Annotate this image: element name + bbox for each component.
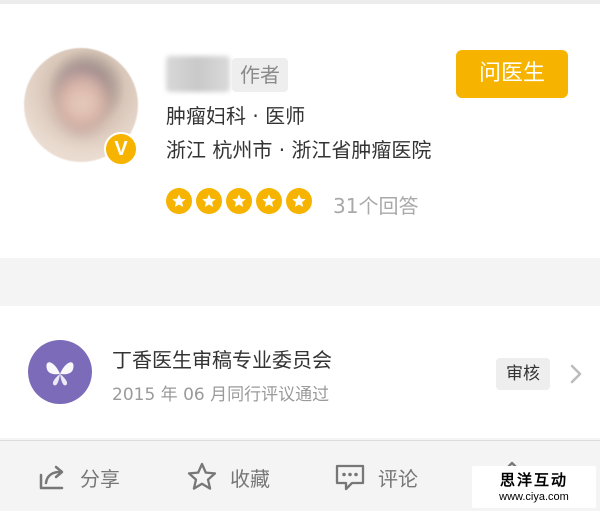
review-date: 2015 年 06 月同行评议通过 bbox=[112, 385, 330, 405]
star-icon bbox=[196, 188, 222, 214]
location-hospital: 浙江 杭州市 · 浙江省肿瘤医院 bbox=[166, 138, 432, 162]
author-tag: 作者 bbox=[232, 58, 288, 92]
share-label: 分享 bbox=[80, 466, 120, 491]
comment-label: 评论 bbox=[378, 466, 418, 491]
star-outline-icon bbox=[187, 462, 217, 490]
verified-badge-icon: V bbox=[104, 132, 138, 166]
committee-name: 丁香医生审稿专业委员会 bbox=[112, 348, 332, 372]
watermark: 思洋互动 www.ciya.com bbox=[472, 466, 596, 508]
watermark-url: www.ciya.com bbox=[499, 491, 569, 503]
star-icon bbox=[286, 188, 312, 214]
comment-button[interactable]: 评论 bbox=[334, 459, 418, 495]
avatar-face bbox=[54, 66, 110, 134]
star-icon bbox=[256, 188, 282, 214]
committee-logo-icon bbox=[28, 340, 92, 404]
butterfly-icon bbox=[46, 362, 74, 386]
ask-doctor-button[interactable]: 问医生 bbox=[456, 50, 568, 98]
chevron-right-icon bbox=[570, 364, 582, 384]
answer-count[interactable]: 31个回答 bbox=[333, 190, 418, 219]
share-icon bbox=[39, 465, 64, 490]
review-tag: 审核 bbox=[496, 358, 550, 390]
star-icon bbox=[166, 188, 192, 214]
review-committee-row[interactable]: 丁香医生审稿专业委员会 2015 年 06 月同行评议通过 审核 bbox=[0, 306, 600, 438]
author-card[interactable]: V 作者 问医生 肿瘤妇科 · 医师 浙江 杭州市 · 浙江省肿瘤医院 31个回… bbox=[0, 4, 600, 258]
star-rating bbox=[166, 188, 312, 214]
share-button[interactable]: 分享 bbox=[36, 459, 120, 495]
favorite-label: 收藏 bbox=[230, 466, 270, 491]
favorite-button[interactable]: 收藏 bbox=[186, 459, 270, 495]
author-name-blurred bbox=[166, 56, 230, 92]
department-title: 肿瘤妇科 · 医师 bbox=[166, 104, 306, 128]
comment-icon bbox=[335, 464, 365, 491]
star-icon bbox=[226, 188, 252, 214]
watermark-title: 思洋互动 bbox=[499, 471, 568, 489]
